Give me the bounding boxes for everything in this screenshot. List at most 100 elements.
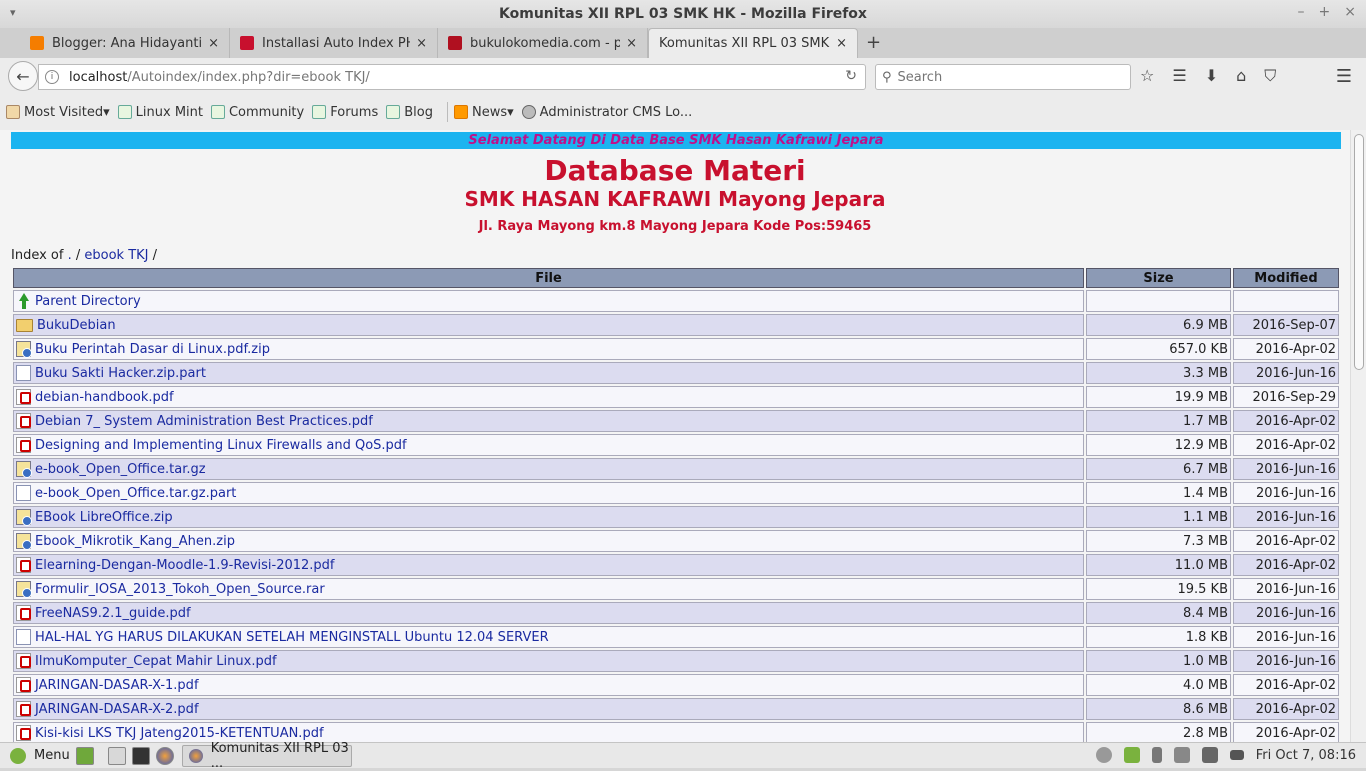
bookmark-linux-mint[interactable]: Linux Mint <box>117 105 203 120</box>
info-icon[interactable]: i <box>45 70 59 84</box>
nav-bar: i localhost/Autoindex/index.php?dir=eboo… <box>0 58 1366 188</box>
new-tab-icon[interactable]: + <box>866 32 881 53</box>
battery-icon[interactable] <box>1229 750 1244 760</box>
file-link[interactable]: Buku Sakti Hacker.zip.part <box>35 366 206 381</box>
download-icon[interactable]: ⬇ <box>1205 66 1218 86</box>
file-link[interactable]: HAL-HAL YG HARUS DILAKUKAN SETELAH MENGI… <box>35 630 549 645</box>
archive-icon[interactable] <box>16 461 32 478</box>
start-menu-button[interactable]: Menu <box>10 747 70 764</box>
file-cell: Debian 7_ System Administration Best Pra… <box>13 410 1084 432</box>
file-modified: 2016-Apr-02 <box>1233 410 1339 432</box>
pdf-icon[interactable] <box>16 725 31 741</box>
pdf-icon[interactable] <box>16 653 31 669</box>
maximize-icon[interactable]: + <box>1319 4 1331 20</box>
column-header-modified[interactable]: Modified <box>1233 268 1339 288</box>
pdf-icon[interactable] <box>16 413 31 429</box>
bookmark-blog[interactable]: Blog <box>386 105 433 120</box>
pdf-icon[interactable] <box>16 605 31 621</box>
parent-directory-icon[interactable] <box>16 293 31 309</box>
files-icon[interactable] <box>107 746 126 765</box>
file-link[interactable]: e-book_Open_Office.tar.gz.part <box>35 486 236 501</box>
archive-icon[interactable] <box>16 533 32 550</box>
bluetooth-icon[interactable] <box>1151 747 1162 763</box>
close-tab-icon[interactable]: × <box>416 36 427 51</box>
column-header-size[interactable]: Size <box>1086 268 1231 288</box>
file-entry: Formulir_IOSA_2013_Tokoh_Open_Source.rar <box>16 581 1081 598</box>
scrollbar-thumb[interactable] <box>1354 134 1364 370</box>
url-bar[interactable]: i localhost/Autoindex/index.php?dir=eboo… <box>38 64 866 90</box>
firefox-launcher-icon[interactable] <box>155 746 174 765</box>
file-link[interactable]: Formulir_IOSA_2013_Tokoh_Open_Source.rar <box>35 582 325 597</box>
bookmark-separator <box>446 102 448 122</box>
file-link[interactable]: Designing and Implementing Linux Firewal… <box>35 438 407 453</box>
bookmark-star-icon[interactable]: ☆ <box>1140 66 1154 86</box>
file-icon[interactable] <box>16 629 31 645</box>
file-link[interactable]: JARINGAN-DASAR-X-2.pdf <box>35 702 199 717</box>
search-bar[interactable]: ⚲ <box>875 64 1131 90</box>
file-cell: IlmuKomputer_Cepat Mahir Linux.pdf <box>13 650 1084 672</box>
file-link[interactable]: BukuDebian <box>37 318 116 333</box>
tab-autoindex[interactable]: Installasi Auto Index PHP ... × <box>230 28 438 58</box>
terminal-icon[interactable] <box>131 746 150 765</box>
pdf-icon[interactable] <box>16 701 31 717</box>
mint-icon <box>210 105 225 119</box>
file-link[interactable]: Elearning-Dengan-Moodle-1.9-Revisi-2012.… <box>35 558 335 573</box>
clock[interactable]: Fri Oct 7, 08:16 <box>1256 748 1356 763</box>
tab-bukulokomedia[interactable]: bukulokomedia.com - pe... × <box>438 28 648 58</box>
minimize-icon[interactable]: – <box>1298 4 1305 20</box>
volume-icon[interactable] <box>1173 747 1190 763</box>
hamburger-menu-icon[interactable]: ☰ <box>1336 66 1352 87</box>
reading-list-icon[interactable]: ☰ <box>1172 66 1186 86</box>
close-tab-icon[interactable]: × <box>836 36 847 51</box>
file-link[interactable]: FreeNAS9.2.1_guide.pdf <box>35 606 191 621</box>
pocket-icon[interactable]: ⛉ <box>1264 66 1276 86</box>
file-link[interactable]: e-book_Open_Office.tar.gz <box>35 462 206 477</box>
file-link[interactable]: IlmuKomputer_Cepat Mahir Linux.pdf <box>35 654 277 669</box>
pdf-icon[interactable] <box>16 677 31 693</box>
folder-icon[interactable] <box>16 318 33 332</box>
close-tab-icon[interactable]: × <box>208 36 219 51</box>
column-header-file[interactable]: File <box>13 268 1084 288</box>
file-icon[interactable] <box>16 485 31 501</box>
pdf-icon[interactable] <box>16 437 31 453</box>
file-link[interactable]: JARINGAN-DASAR-X-1.pdf <box>35 678 199 693</box>
archive-icon[interactable] <box>16 509 32 526</box>
tab-blogger[interactable]: Blogger: Ana Hidayanti | ... × <box>20 28 230 58</box>
breadcrumb-dir-link[interactable]: ebook TKJ <box>84 248 148 263</box>
file-link[interactable]: Parent Directory <box>35 294 141 309</box>
network-icon[interactable] <box>1201 747 1218 763</box>
reload-icon[interactable]: ↻ <box>845 68 857 84</box>
file-link[interactable]: debian-handbook.pdf <box>35 390 174 405</box>
home-icon[interactable]: ⌂ <box>1236 66 1246 86</box>
file-cell: e-book_Open_Office.tar.gz <box>13 458 1084 480</box>
bookmark-admin-cms[interactable]: Administrator CMS Lo... <box>521 105 692 120</box>
bookmark-community[interactable]: Community <box>210 105 304 120</box>
show-desktop-icon[interactable] <box>75 746 94 765</box>
file-link[interactable]: EBook LibreOffice.zip <box>35 510 173 525</box>
file-icon[interactable] <box>16 365 31 381</box>
bookmark-forums[interactable]: Forums <box>312 105 378 120</box>
back-button[interactable]: ← <box>8 61 38 91</box>
taskbar-window-firefox[interactable]: Komunitas XII RPL 03 ... <box>181 741 352 771</box>
window-menu-icon[interactable]: ▾ <box>10 6 16 19</box>
search-input[interactable] <box>897 69 1118 85</box>
bookmark-news[interactable]: News ▾ <box>453 105 514 120</box>
bookmark-most-visited[interactable]: Most Visited ▾ <box>6 105 110 120</box>
url-text[interactable]: localhost/Autoindex/index.php?dir=ebook … <box>69 70 370 85</box>
update-manager-icon[interactable] <box>1095 747 1112 763</box>
archive-icon[interactable] <box>16 581 32 598</box>
file-link[interactable]: Debian 7_ System Administration Best Pra… <box>35 414 373 429</box>
file-link[interactable]: Buku Perintah Dasar di Linux.pdf.zip <box>35 342 270 357</box>
tab-komunitas[interactable]: Komunitas XII RPL 03 SMK HK × <box>648 28 858 58</box>
taskbar-window-label: Komunitas XII RPL 03 ... <box>210 740 349 771</box>
page-scrollbar[interactable] <box>1350 130 1366 742</box>
pdf-icon[interactable] <box>16 389 31 405</box>
file-link[interactable]: Kisi-kisi LKS TKJ Jateng2015-KETENTUAN.p… <box>35 726 324 741</box>
close-icon[interactable]: × <box>1344 4 1356 20</box>
file-link[interactable]: Ebook_Mikrotik_Kang_Ahen.zip <box>35 534 235 549</box>
security-shield-icon[interactable] <box>1123 747 1140 763</box>
archive-icon[interactable] <box>16 341 32 358</box>
tab-label: Installasi Auto Index PHP ... <box>262 35 410 51</box>
pdf-icon[interactable] <box>16 557 31 573</box>
close-tab-icon[interactable]: × <box>626 36 637 51</box>
